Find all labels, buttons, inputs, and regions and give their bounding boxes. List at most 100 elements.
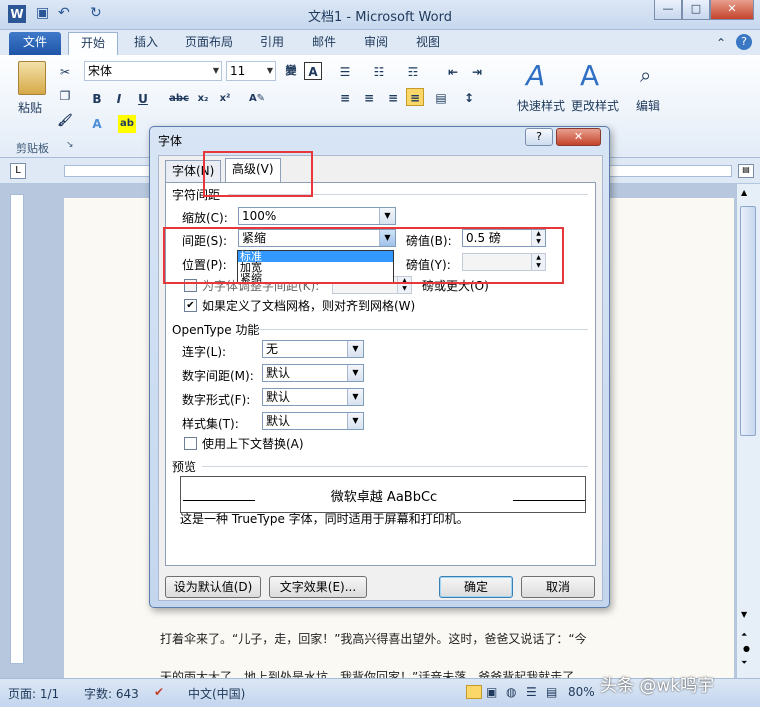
tab-references[interactable]: 引用 [252, 32, 292, 55]
spin-up-icon[interactable]: ▲ [531, 230, 545, 238]
change-styles-icon[interactable]: A [580, 59, 599, 92]
dropdown-option[interactable]: 紧缩 [238, 273, 393, 284]
align-center-icon[interactable]: ≡ [360, 89, 378, 107]
align-left-icon[interactable]: ≡ [336, 89, 354, 107]
underline-icon[interactable]: U [134, 90, 152, 108]
vertical-ruler[interactable] [10, 194, 24, 664]
cancel-button[interactable]: 取消 [521, 576, 595, 598]
clear-format-icon[interactable]: A✎ [248, 90, 266, 108]
cut-icon[interactable]: ✂ [56, 63, 74, 81]
language-indicator[interactable]: 中文(中国) [188, 685, 245, 702]
paste-icon[interactable] [18, 61, 46, 95]
phonetic-guide-icon[interactable]: 變 [282, 62, 300, 80]
full-screen-view-icon[interactable]: ▣ [486, 685, 497, 699]
distributed-icon[interactable]: ▤ [432, 89, 450, 107]
ligatures-select[interactable]: 无 ▼ [262, 340, 364, 358]
spacing-by-spinner[interactable]: 0.5 磅 ▲ ▼ [462, 229, 546, 247]
document-text-line[interactable]: 打着伞来了。“儿子，走，回家！”我高兴得喜出望外。这时，爸爸又说话了：“今 [160, 630, 587, 647]
web-layout-view-icon[interactable]: ◍ [506, 685, 516, 699]
scroll-up-icon[interactable]: ▲ [741, 188, 747, 197]
spacing-dropdown-list[interactable]: 标准 加宽 紧缩 [237, 250, 394, 284]
quick-styles-icon[interactable]: A [526, 59, 545, 92]
tab-font[interactable]: 字体(N) [165, 160, 222, 182]
scrollbar-thumb[interactable] [740, 206, 756, 436]
ribbon-minimize-icon[interactable]: ⌃ [716, 36, 726, 50]
spinner-buttons[interactable]: ▲ ▼ [531, 230, 545, 246]
increase-indent-icon[interactable]: ⇥ [468, 63, 486, 81]
spacing-select[interactable]: 紧缩 ▼ [238, 229, 396, 247]
draft-view-icon[interactable]: ▤ [546, 685, 557, 699]
tab-insert[interactable]: 插入 [124, 32, 168, 55]
text-effects-button[interactable]: 文字效果(E)... [269, 576, 367, 598]
ok-button[interactable]: 确定 [439, 576, 513, 598]
spin-down-icon[interactable]: ▼ [397, 285, 411, 293]
contextual-alternates-checkbox[interactable] [184, 437, 197, 450]
spin-down-icon[interactable]: ▼ [531, 262, 545, 270]
help-icon[interactable]: ? [736, 34, 752, 50]
vertical-scrollbar[interactable]: ▲ ▼ ⏶ ● ⏷ [736, 184, 760, 678]
ruler-toggle-icon[interactable]: ▤ [738, 164, 754, 178]
grid-checkbox[interactable]: ✔ [184, 299, 197, 312]
highlight-icon[interactable]: ab [118, 115, 136, 133]
bold-icon[interactable]: B [88, 90, 106, 108]
scale-select[interactable]: 100% ▼ [238, 207, 396, 225]
position-by-spinner[interactable]: ▲ ▼ [462, 253, 546, 271]
numbering-icon[interactable]: ☷ [370, 63, 388, 81]
change-styles-button[interactable]: 更改样式 [571, 97, 619, 114]
align-right-icon[interactable]: ≡ [384, 89, 402, 107]
outline-view-icon[interactable]: ☰ [526, 685, 537, 699]
strikethrough-icon[interactable]: abc [168, 90, 190, 108]
zoom-level[interactable]: 80% [568, 685, 595, 699]
spinner-buttons[interactable]: ▲ ▼ [531, 254, 545, 270]
superscript-icon[interactable]: x² [216, 90, 234, 108]
word-count[interactable]: 字数: 643 [84, 685, 139, 702]
paste-button[interactable]: 粘贴 [18, 99, 42, 116]
kerning-checkbox[interactable] [184, 279, 197, 292]
close-button[interactable]: ✕ [710, 0, 754, 20]
font-name-select[interactable]: 宋体 ▼ [84, 61, 222, 81]
italic-icon[interactable]: I [110, 90, 128, 108]
number-spacing-select[interactable]: 默认 ▼ [262, 364, 364, 382]
tab-mailings[interactable]: 邮件 [304, 32, 344, 55]
spinner-buttons[interactable]: ▲ ▼ [397, 277, 411, 293]
scroll-down-icon[interactable]: ▼ [741, 610, 747, 619]
tab-file[interactable]: 文件 [9, 32, 61, 55]
binoculars-icon[interactable]: ⌕ [640, 63, 651, 87]
copy-icon[interactable]: ❐ [56, 87, 74, 105]
tab-advanced[interactable]: 高级(V) [225, 158, 281, 182]
multilevel-list-icon[interactable]: ☶ [404, 63, 422, 81]
format-painter-icon[interactable]: 🖌 [56, 111, 74, 129]
line-spacing-icon[interactable]: ↕ [460, 89, 478, 107]
browse-object-icon[interactable]: ● [743, 644, 750, 653]
character-border-icon[interactable]: A [304, 62, 322, 80]
previous-page-icon[interactable]: ⏶ [741, 630, 747, 640]
text-effects-icon[interactable]: A [88, 115, 106, 133]
ruler-tab-selector[interactable]: L [10, 163, 26, 179]
tab-page-layout[interactable]: 页面布局 [178, 32, 240, 55]
maximize-button[interactable]: □ [682, 0, 710, 20]
spin-up-icon[interactable]: ▲ [531, 254, 545, 262]
tab-review[interactable]: 审阅 [356, 32, 396, 55]
minimize-button[interactable]: — [654, 0, 682, 20]
tab-view[interactable]: 视图 [408, 32, 448, 55]
decrease-indent-icon[interactable]: ⇤ [444, 63, 462, 81]
bullets-icon[interactable]: ☰ [336, 63, 354, 81]
print-layout-view-icon[interactable] [466, 685, 482, 699]
next-page-icon[interactable]: ⏷ [741, 658, 747, 668]
stylistic-sets-select[interactable]: 默认 ▼ [262, 412, 364, 430]
font-size-select[interactable]: 11 ▼ [226, 61, 276, 81]
spin-up-icon[interactable]: ▲ [397, 277, 411, 285]
dialog-close-button[interactable]: ✕ [556, 128, 601, 146]
subscript-icon[interactable]: x₂ [194, 90, 212, 108]
set-default-button[interactable]: 设为默认值(D) [165, 576, 261, 598]
spin-down-icon[interactable]: ▼ [531, 238, 545, 246]
dialog-launcher-icon[interactable]: ↘ [66, 140, 74, 150]
number-forms-select[interactable]: 默认 ▼ [262, 388, 364, 406]
editing-button[interactable]: 编辑 [636, 97, 660, 114]
dialog-help-button[interactable]: ? [525, 128, 553, 146]
quick-styles-button[interactable]: 快速样式 [517, 97, 565, 114]
tab-home[interactable]: 开始 [68, 32, 118, 55]
justify-icon[interactable]: ≡ [406, 88, 424, 106]
proofing-icon[interactable]: ✔ [154, 685, 164, 699]
page-count[interactable]: 页面: 1/1 [8, 685, 59, 702]
